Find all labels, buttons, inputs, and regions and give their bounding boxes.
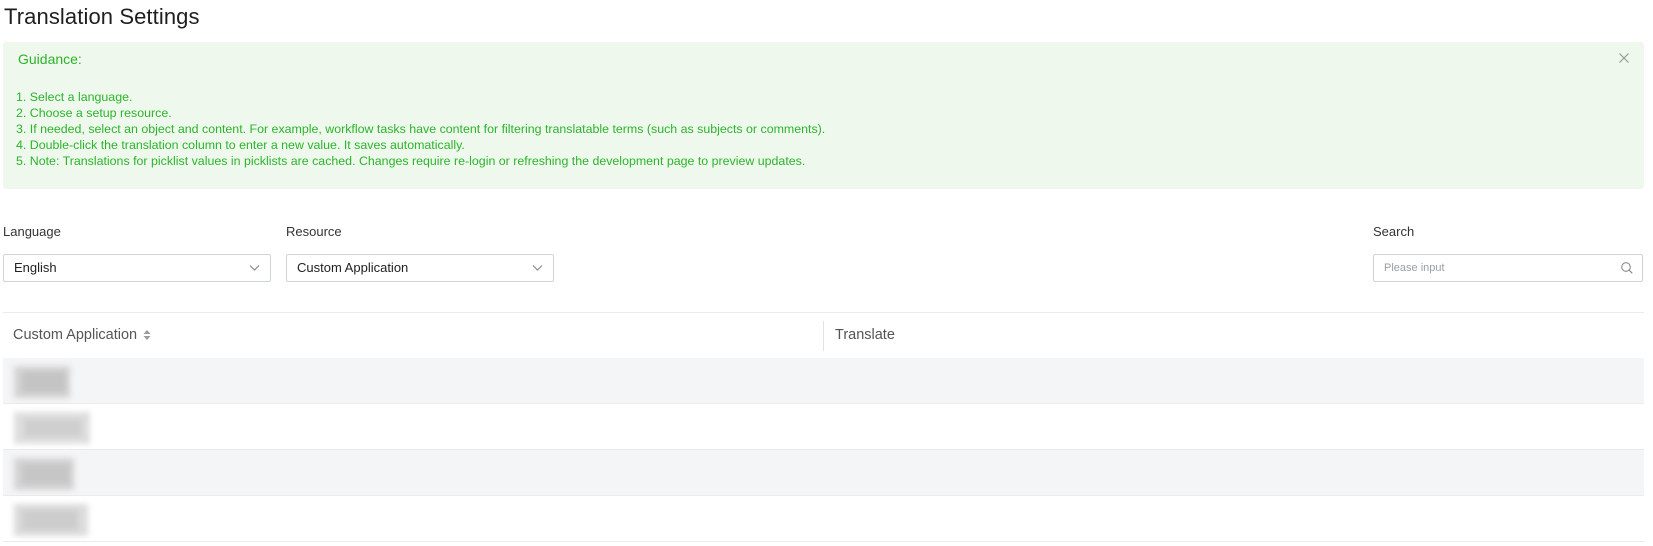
page-title: Translation Settings: [4, 4, 200, 29]
search-input[interactable]: [1374, 255, 1612, 281]
guidance-step: 4. Double-click the translation column t…: [16, 138, 465, 152]
chevron-down-icon: [249, 265, 260, 271]
language-label: Language: [3, 224, 61, 239]
search-label: Search: [1373, 224, 1415, 239]
table-row[interactable]: [3, 450, 1644, 496]
column-divider[interactable]: [823, 321, 824, 351]
column-header-custom-application[interactable]: Custom Application: [13, 327, 151, 343]
resource-label: Resource: [286, 224, 342, 239]
table-header: Custom Application Translate: [3, 312, 1644, 358]
table-row[interactable]: [3, 404, 1644, 450]
guidance-step: 1. Select a language.: [16, 90, 133, 104]
language-select[interactable]: English: [3, 254, 271, 282]
redacted-application-name: [12, 364, 92, 400]
redacted-application-name: [12, 456, 92, 492]
guidance-step: 3. If needed, select an object and conte…: [16, 122, 826, 136]
guidance-panel: Guidance: 1. Select a language. 2. Choos…: [3, 42, 1644, 189]
redacted-application-name: [12, 502, 92, 538]
guidance-step: 5. Note: Translations for picklist value…: [16, 154, 806, 168]
guidance-title: Guidance:: [18, 51, 82, 67]
resource-select-value: Custom Application: [297, 260, 409, 275]
guidance-steps: 1. Select a language. 2. Choose a setup …: [16, 89, 825, 169]
table-row[interactable]: [3, 358, 1644, 404]
search-icon[interactable]: [1620, 261, 1634, 275]
language-select-value: English: [14, 260, 57, 275]
translation-table: Custom Application Translate: [3, 312, 1644, 542]
close-icon[interactable]: [1616, 50, 1632, 66]
sort-icon[interactable]: [143, 329, 151, 341]
column-header-translate: Translate: [835, 327, 895, 343]
search-box: [1373, 254, 1643, 282]
column-header-label: Custom Application: [13, 327, 138, 343]
resource-select[interactable]: Custom Application: [286, 254, 554, 282]
redacted-application-name: [12, 410, 92, 446]
table-row[interactable]: [3, 496, 1644, 542]
guidance-step: 2. Choose a setup resource.: [16, 106, 172, 120]
chevron-down-icon: [532, 265, 543, 271]
